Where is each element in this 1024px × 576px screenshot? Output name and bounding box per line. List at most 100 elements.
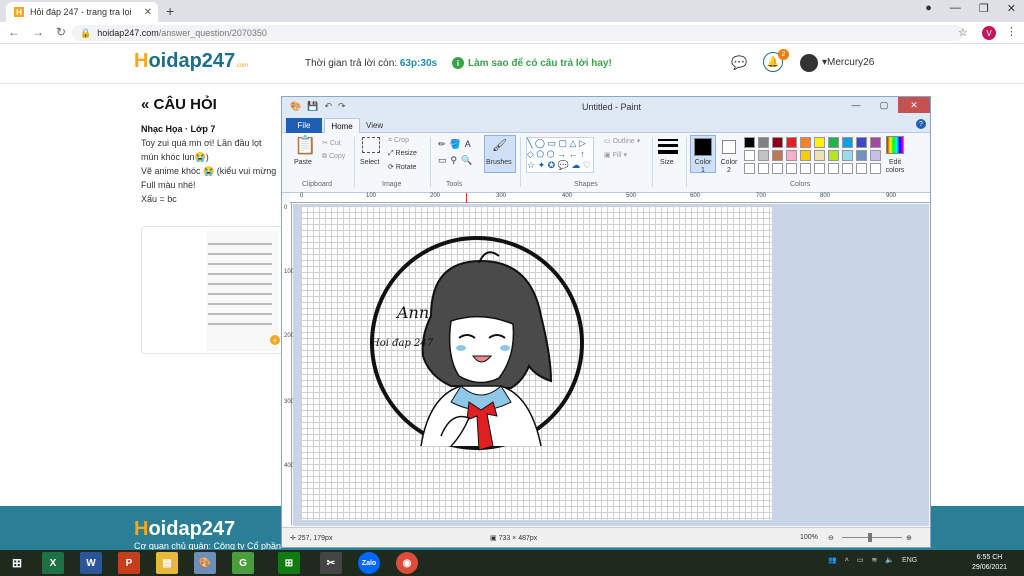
color-swatch[interactable] [758,137,769,148]
paint-close-button[interactable]: ✕ [898,97,930,113]
tab-view[interactable]: View [366,121,383,130]
color-swatch[interactable] [870,137,881,148]
word-icon[interactable]: W [80,552,102,574]
forward-icon[interactable]: → [32,25,44,39]
excel-icon[interactable]: X [42,552,64,574]
paint-minimize-button[interactable]: — [842,97,870,113]
maximize-icon[interactable]: ❐ [979,2,989,15]
color-swatch[interactable] [744,163,755,174]
color-swatch[interactable] [800,163,811,174]
color-swatch[interactable] [786,150,797,161]
taskbar-clock[interactable]: 6:55 CH 29/06/2021 [972,553,1007,573]
tray-chevron-icon[interactable]: ˄ [845,557,849,564]
answer-hint-link[interactable]: i Làm sao để có câu trả lời hay! [452,57,612,69]
color-swatch[interactable] [772,163,783,174]
tab-home[interactable]: Home [324,118,360,133]
zoom-slider-thumb[interactable] [868,533,872,542]
color2-swatch[interactable] [722,140,736,154]
color-swatch[interactable] [814,150,825,161]
edit-colors-button[interactable]: Edit colors [882,159,908,175]
copy-button[interactable]: ⧉ Copy [322,153,345,161]
snipping-tool-icon[interactable]: ✂ [320,552,342,574]
zalo-icon[interactable]: Zalo [358,552,380,574]
volume-icon[interactable]: 🔈 [885,556,894,564]
store-icon[interactable]: ⊞ [278,552,300,574]
color-swatch[interactable] [842,150,853,161]
windows-start-icon[interactable]: ⊞ [6,552,28,574]
color-swatch[interactable] [856,150,867,161]
edit-colors-icon[interactable] [886,136,904,154]
chat-icon[interactable]: 💬 [731,55,747,71]
browser-menu-icon[interactable]: ⋮ [1006,25,1017,38]
color-swatch[interactable] [800,137,811,148]
cut-button[interactable]: ✂ Cut [322,139,341,147]
close-window-icon[interactable]: ✕ [1007,2,1016,15]
color-swatch[interactable] [842,163,853,174]
help-icon[interactable]: ? [916,119,926,129]
tools-row-1[interactable]: ✏🪣A [438,139,475,150]
shapes-gallery[interactable]: ╲ ◯ ▭ ▢ △ ▷ ◇ ⬠ ⬡ → ← ↑ ☆ ✦ ✪ 💬 ☁ ♡ [526,137,594,173]
outline-button[interactable]: ▭ Outline ▾ [604,137,640,145]
canvas-area[interactable]: Ann Hoi đap 247 [293,204,929,526]
paste-icon[interactable]: 📋 [294,135,316,156]
color-swatch[interactable] [814,163,825,174]
tab-file[interactable]: File [286,118,322,133]
bookmark-star-icon[interactable]: ☆ [958,26,968,39]
zoom-in-button[interactable]: ⊕ [906,534,912,542]
people-icon[interactable]: 👥 [828,556,837,564]
close-tab-icon[interactable]: ✕ [144,7,158,18]
color-swatch[interactable] [856,163,867,174]
site-logo[interactable]: Hoidap247.com [134,50,248,73]
username[interactable]: ▾Mercury26 [822,57,874,68]
user-avatar[interactable] [800,54,818,72]
paint-maximize-button[interactable]: ▢ [870,97,898,113]
drawing-canvas[interactable]: Ann Hoi đap 247 [301,206,772,520]
color-swatch[interactable] [828,163,839,174]
color-swatch[interactable] [828,137,839,148]
redo-icon[interactable]: ↷ [338,101,346,112]
color-swatch[interactable] [786,137,797,148]
color-swatch[interactable] [758,163,769,174]
color-swatch[interactable] [772,150,783,161]
profile-dot-icon[interactable]: ● [925,2,932,15]
paste-button[interactable]: Paste [294,159,312,166]
select-button[interactable]: Select [360,159,379,166]
wifi-icon[interactable]: ≋ [871,556,877,564]
powerpoint-icon[interactable]: P [118,552,140,574]
crop-button[interactable]: ⌗ Crop [388,137,409,145]
tools-row-2[interactable]: ▭⚲🔍 [438,155,476,166]
fill-button[interactable]: ▣ Fill ▾ [604,151,627,159]
minimize-icon[interactable]: — [950,2,961,15]
back-icon[interactable]: ← [8,25,20,39]
paint-taskbar-icon[interactable]: 🎨 [194,552,216,574]
color-swatch[interactable] [828,150,839,161]
add-icon[interactable]: + [270,335,280,345]
undo-icon[interactable]: ↶ [324,101,332,112]
color-swatch[interactable] [758,150,769,161]
input-language[interactable]: ENG [902,557,917,564]
question-attachment-thumbnail[interactable]: + [141,226,283,354]
zoom-out-button[interactable]: ⊖ [828,534,834,542]
profile-avatar[interactable]: V [982,26,996,40]
color-swatch[interactable] [744,137,755,148]
color-swatch[interactable] [744,150,755,161]
color-swatch[interactable] [870,150,881,161]
browser-tab[interactable]: H Hỏi đáp 247 - trang tra lọi ✕ [6,2,158,22]
color-swatch[interactable] [800,150,811,161]
color-swatch[interactable] [814,137,825,148]
save-icon[interactable]: 💾 [307,101,318,112]
chrome-icon[interactable]: ◉ [396,552,418,574]
resize-button[interactable]: ⤢ Resize [388,150,417,158]
color-swatch[interactable] [856,137,867,148]
select-icon[interactable] [362,137,380,153]
battery-icon[interactable]: ▭ [857,556,864,564]
reload-icon[interactable]: ↻ [56,25,66,39]
rotate-button[interactable]: ⟳ Rotate [388,163,416,171]
zoom-slider[interactable] [842,537,902,538]
color-swatch[interactable] [870,163,881,174]
color-swatch[interactable] [842,137,853,148]
app-icon-green[interactable]: G [232,552,254,574]
file-explorer-icon[interactable]: ▤ [156,552,178,574]
color-swatch[interactable] [786,163,797,174]
new-tab-button[interactable]: + [166,3,174,19]
